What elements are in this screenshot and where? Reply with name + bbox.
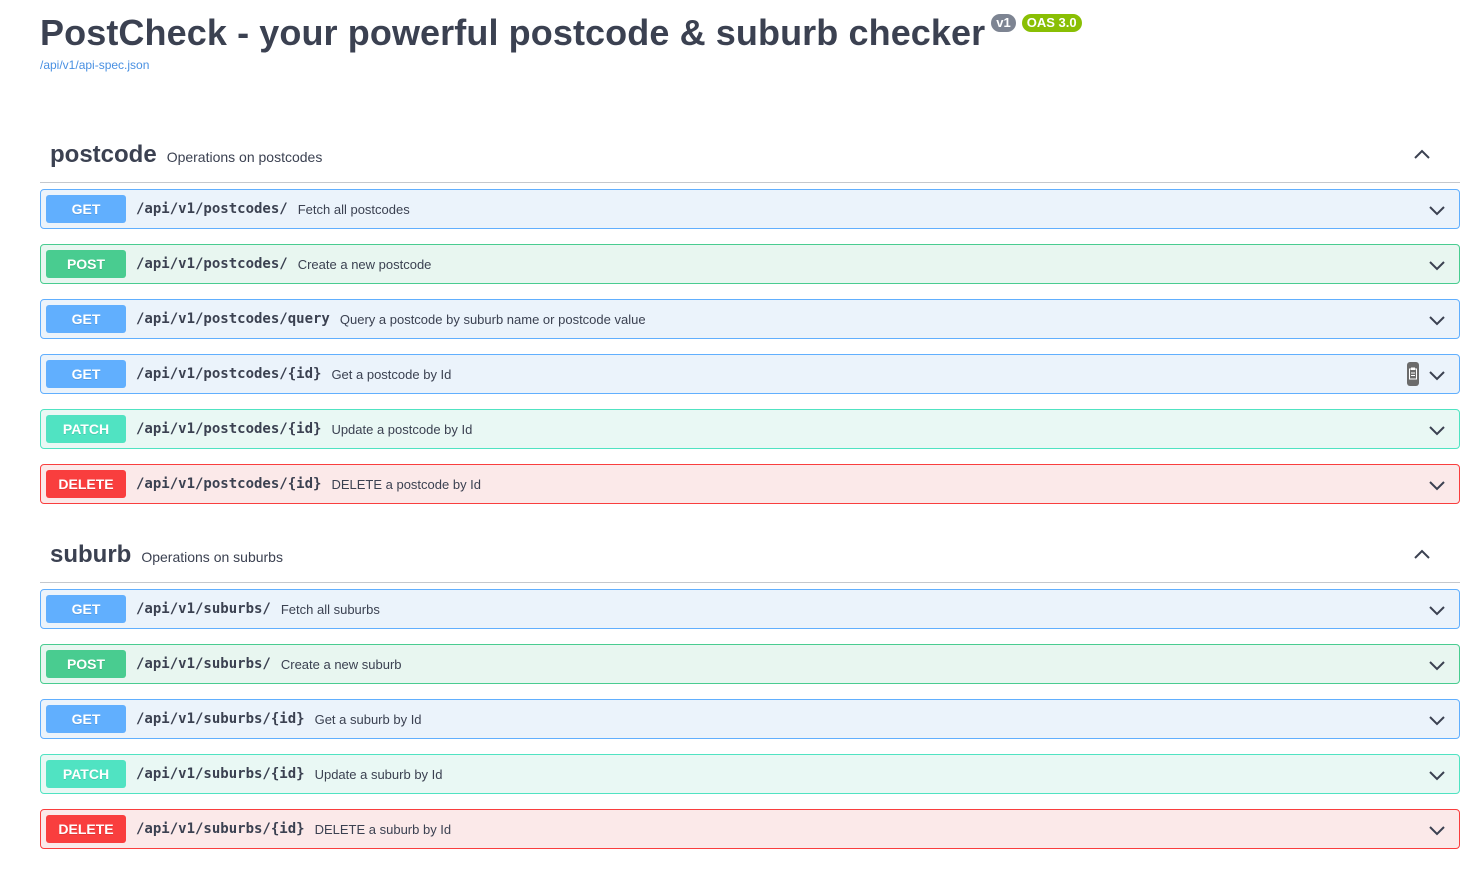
chevron-down-icon[interactable] <box>1427 310 1447 330</box>
operation-summary: Get a suburb by Id <box>314 711 422 727</box>
method-badge: POST <box>46 650 126 678</box>
operation-row[interactable]: PATCH /api/v1/postcodes/{id} Update a po… <box>40 409 1460 449</box>
oas-badge: OAS 3.0 <box>1021 14 1082 32</box>
tag-header-suburb[interactable]: suburb Operations on suburbs <box>40 527 1460 583</box>
method-badge: GET <box>46 595 126 623</box>
tag-section-postcode: postcode Operations on postcodes GET /ap… <box>40 127 1460 504</box>
chevron-down-icon[interactable] <box>1427 255 1447 275</box>
operation-row[interactable]: POST /api/v1/suburbs/ Create a new subur… <box>40 644 1460 684</box>
operation-row[interactable]: GET /api/v1/postcodes/ Fetch all postcod… <box>40 189 1460 229</box>
operation-path: /api/v1/postcodes/{id} <box>136 421 322 437</box>
method-badge: POST <box>46 250 126 278</box>
page-title: PostCheck - your powerful postcode & sub… <box>40 12 986 53</box>
operation-path: /api/v1/suburbs/ <box>136 656 271 672</box>
operation-summary: Get a postcode by Id <box>331 366 452 382</box>
method-badge: DELETE <box>46 815 126 843</box>
operation-path: /api/v1/postcodes/{id} <box>136 366 322 382</box>
chevron-down-icon[interactable] <box>1427 710 1447 730</box>
chevron-up-icon[interactable] <box>1412 145 1432 165</box>
operation-row[interactable]: GET /api/v1/suburbs/{id} Get a suburb by… <box>40 699 1460 739</box>
chevron-down-icon[interactable] <box>1427 655 1447 675</box>
operation-path: /api/v1/suburbs/{id} <box>136 711 305 727</box>
method-badge: GET <box>46 305 126 333</box>
chevron-down-icon[interactable] <box>1427 200 1447 220</box>
operations-list: GET /api/v1/suburbs/ Fetch all suburbs P… <box>40 589 1460 849</box>
version-badge: v1 <box>991 14 1016 32</box>
chevron-down-icon[interactable] <box>1427 600 1447 620</box>
method-badge: PATCH <box>46 760 126 788</box>
operation-row[interactable]: GET /api/v1/postcodes/{id} Get a postcod… <box>40 354 1460 394</box>
operation-summary: Create a new suburb <box>280 656 402 672</box>
operation-path: /api/v1/suburbs/{id} <box>136 821 305 837</box>
operation-path: /api/v1/postcodes/ <box>136 256 288 272</box>
tag-name: postcode <box>50 140 157 168</box>
operation-path: /api/v1/postcodes/ <box>136 201 288 217</box>
operation-path: /api/v1/suburbs/{id} <box>136 766 305 782</box>
method-badge: PATCH <box>46 415 126 443</box>
operation-row[interactable]: GET /api/v1/postcodes/query Query a post… <box>40 299 1460 339</box>
operation-summary: DELETE a suburb by Id <box>314 821 452 837</box>
chevron-down-icon[interactable] <box>1427 820 1447 840</box>
copy-to-clipboard-icon[interactable] <box>1407 362 1419 386</box>
method-badge: GET <box>46 360 126 388</box>
tag-description: Operations on postcodes <box>166 148 323 165</box>
operation-summary: Fetch all postcodes <box>297 201 410 217</box>
tag-section-suburb: suburb Operations on suburbs GET /api/v1… <box>40 527 1460 849</box>
operation-summary: Update a postcode by Id <box>331 421 473 437</box>
method-badge: GET <box>46 195 126 223</box>
operation-row[interactable]: DELETE /api/v1/suburbs/{id} DELETE a sub… <box>40 809 1460 849</box>
chevron-down-icon[interactable] <box>1427 420 1447 440</box>
chevron-down-icon[interactable] <box>1427 475 1447 495</box>
operation-path: /api/v1/postcodes/{id} <box>136 476 322 492</box>
operation-summary: Create a new postcode <box>297 256 432 272</box>
chevron-up-icon[interactable] <box>1412 545 1432 565</box>
tag-header-postcode[interactable]: postcode Operations on postcodes <box>40 127 1460 183</box>
operation-row[interactable]: PATCH /api/v1/suburbs/{id} Update a subu… <box>40 754 1460 794</box>
operation-row[interactable]: GET /api/v1/suburbs/ Fetch all suburbs <box>40 589 1460 629</box>
operation-summary: Update a suburb by Id <box>314 766 443 782</box>
operation-summary: Fetch all suburbs <box>280 601 380 617</box>
tag-description: Operations on suburbs <box>141 548 283 565</box>
method-badge: GET <box>46 705 126 733</box>
method-badge: DELETE <box>46 470 126 498</box>
chevron-down-icon[interactable] <box>1427 365 1447 385</box>
operation-path: /api/v1/suburbs/ <box>136 601 271 617</box>
chevron-down-icon[interactable] <box>1427 765 1447 785</box>
tag-name: suburb <box>50 540 132 568</box>
operation-summary: DELETE a postcode by Id <box>331 476 482 492</box>
api-spec-link[interactable]: /api/v1/api-spec.json <box>40 58 1082 72</box>
api-header: PostCheck - your powerful postcode & sub… <box>40 10 1082 72</box>
operation-path: /api/v1/postcodes/query <box>136 311 330 327</box>
operation-row[interactable]: POST /api/v1/postcodes/ Create a new pos… <box>40 244 1460 284</box>
operations-list: GET /api/v1/postcodes/ Fetch all postcod… <box>40 189 1460 504</box>
operation-row[interactable]: DELETE /api/v1/postcodes/{id} DELETE a p… <box>40 464 1460 504</box>
operation-summary: Query a postcode by suburb name or postc… <box>339 311 646 327</box>
